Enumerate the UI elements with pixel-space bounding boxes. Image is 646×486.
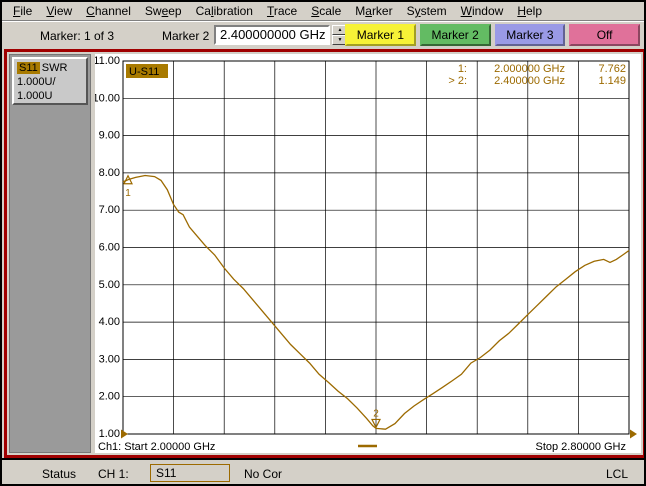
start-frequency-label: Ch1: Start 2.00000 GHz <box>98 441 215 452</box>
measurement-badge: S11 <box>17 62 40 74</box>
lcl-mode-label: LCL <box>605 467 628 481</box>
status-bar: Status CH 1: S11 No Cor LCL <box>2 458 644 484</box>
marker-count-label: Marker: 1 of 3 <box>40 29 115 43</box>
marker-frequency-input[interactable]: 2.400000000 GHz <box>214 25 330 45</box>
button-marker-3[interactable]: Marker 3 <box>494 24 566 46</box>
app-window: File View Channel Sweep Calibration Trace Scal… <box>0 0 646 486</box>
menu-bar: File View Channel Sweep Calibration Trace Scal… <box>2 2 644 21</box>
menu-help[interactable]: Help <box>510 2 549 20</box>
marker-field-label: Marker 2 <box>162 29 210 43</box>
marker-1-number: 1 <box>125 188 131 199</box>
readout-frequency: 2.400000 GHz <box>494 75 565 87</box>
y-tick-label: 1.00 <box>99 428 120 440</box>
readout-frequency: 2.000000 GHz <box>494 63 565 75</box>
menu-channel[interactable]: Channel <box>79 2 138 20</box>
menu-marker[interactable]: Marker <box>348 2 399 20</box>
readout-value: 1.149 <box>598 75 626 87</box>
status-measurement-box[interactable]: S11 <box>150 464 230 482</box>
y-tick-label: 6.00 <box>99 242 120 254</box>
readout-marker-label: > 2: <box>448 75 467 87</box>
marker-buttons: Marker 1 Marker 2 Marker 3 Off <box>345 24 640 46</box>
menu-system[interactable]: System <box>400 2 454 20</box>
y-tick-label: 3.00 <box>99 353 120 365</box>
stop-frequency-label: Stop 2.80000 GHz <box>535 441 626 452</box>
trace-select-button[interactable]: S11 SWR 1.000U/ 1.000U <box>12 57 88 105</box>
correction-status: No Cor <box>244 467 283 481</box>
scale-label: 1.000U/ <box>17 76 56 88</box>
y-tick-label: 5.00 <box>99 279 120 291</box>
menu-view[interactable]: View <box>39 2 79 20</box>
y-tick-label: 8.00 <box>99 167 120 179</box>
marker-toolbar: Marker: 1 of 3 Marker 2 2.400000000 GHz … <box>2 23 644 48</box>
menu-trace[interactable]: Trace <box>260 2 304 20</box>
menu-calibration[interactable]: Calibration <box>189 2 260 20</box>
button-marker-1[interactable]: Marker 1 <box>345 24 416 46</box>
format-label: SWR <box>41 62 68 74</box>
button-marker-2[interactable]: Marker 2 <box>419 24 491 46</box>
button-off[interactable]: Off <box>569 24 640 46</box>
status-label: Status <box>42 467 77 481</box>
y-tick-label: 11.00 <box>95 55 120 67</box>
marker-2-number: 2 <box>373 408 379 419</box>
swr-chart: 11.0010.009.008.007.006.005.004.003.002.… <box>92 55 637 453</box>
y-tick-label: 9.00 <box>99 130 120 142</box>
menu-sweep[interactable]: Sweep <box>138 2 189 20</box>
chart-panel: 11.00 10.00 9.00 8.00 7.00 6.00 5.00 4.00 3.00 2.… <box>92 54 641 453</box>
readout-value: 7.762 <box>598 63 626 75</box>
trace-sidebar: S11 SWR 1.000U/ 1.000U <box>9 54 91 453</box>
readout-marker-label: 1: <box>458 63 467 75</box>
y-tick-label: 7.00 <box>99 204 120 216</box>
channel-label: CH 1: <box>98 467 129 481</box>
menu-window[interactable]: Window <box>454 2 511 20</box>
trace-title: U-S11 <box>129 66 159 78</box>
y-tick-label: 4.00 <box>99 316 120 328</box>
display-area: S11 SWR 1.000U/ 1.000U 11.00 10.00 9.00 8.00… <box>4 49 644 458</box>
menu-scale[interactable]: Scale <box>304 2 348 20</box>
y-tick-label: 2.00 <box>99 391 120 403</box>
reference-arrow-right <box>630 429 637 439</box>
menu-file[interactable]: File <box>6 2 39 20</box>
reference-label: 1.000U <box>17 90 53 102</box>
y-tick-label: 10.00 <box>95 92 120 104</box>
